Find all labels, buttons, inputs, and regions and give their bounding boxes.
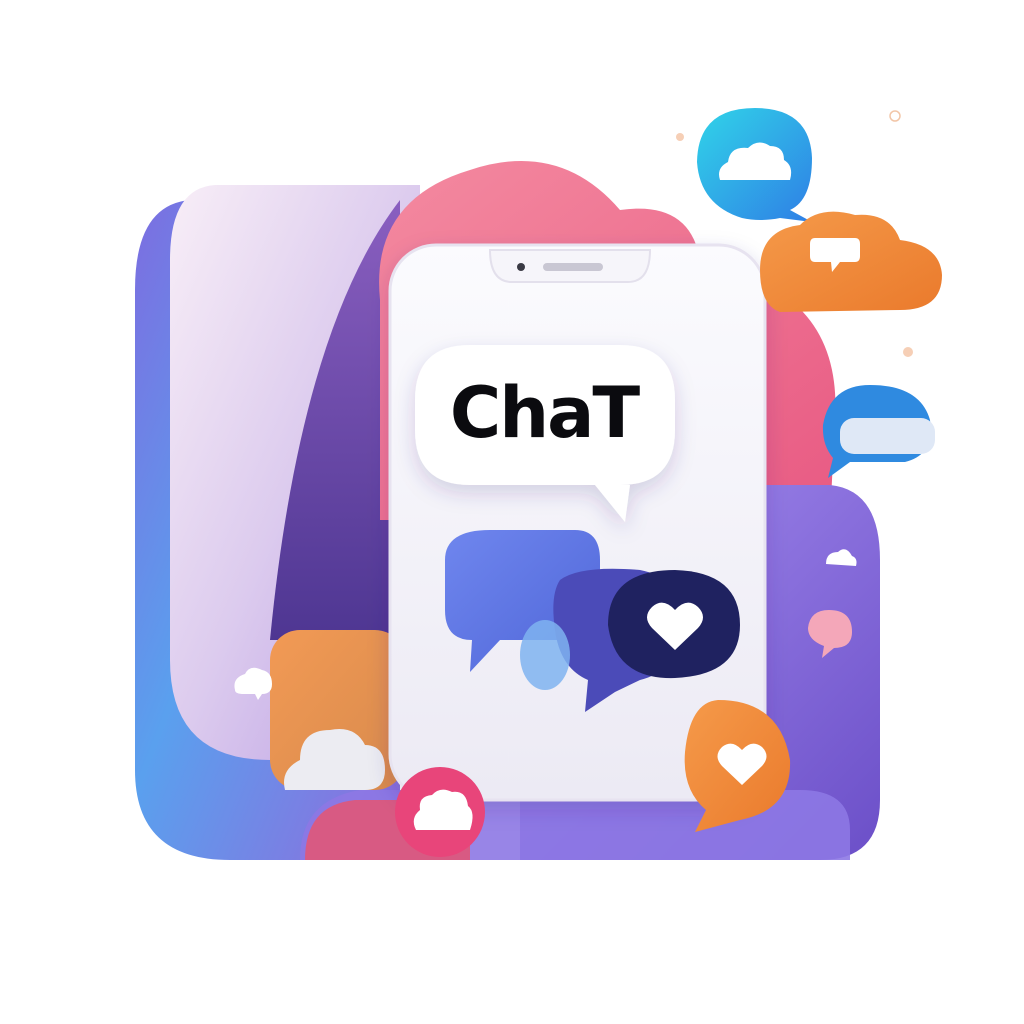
sparkle-dot xyxy=(889,110,901,122)
chat-illustration: ChaT xyxy=(0,0,1024,1024)
camera-dot xyxy=(517,263,525,271)
light-blue-blob xyxy=(520,620,570,690)
sparkle-dot xyxy=(676,133,684,141)
illustration-canvas xyxy=(135,108,942,860)
cloud-icon xyxy=(840,418,935,454)
sparkle-dot xyxy=(903,347,913,357)
speaker-slot xyxy=(543,263,603,271)
